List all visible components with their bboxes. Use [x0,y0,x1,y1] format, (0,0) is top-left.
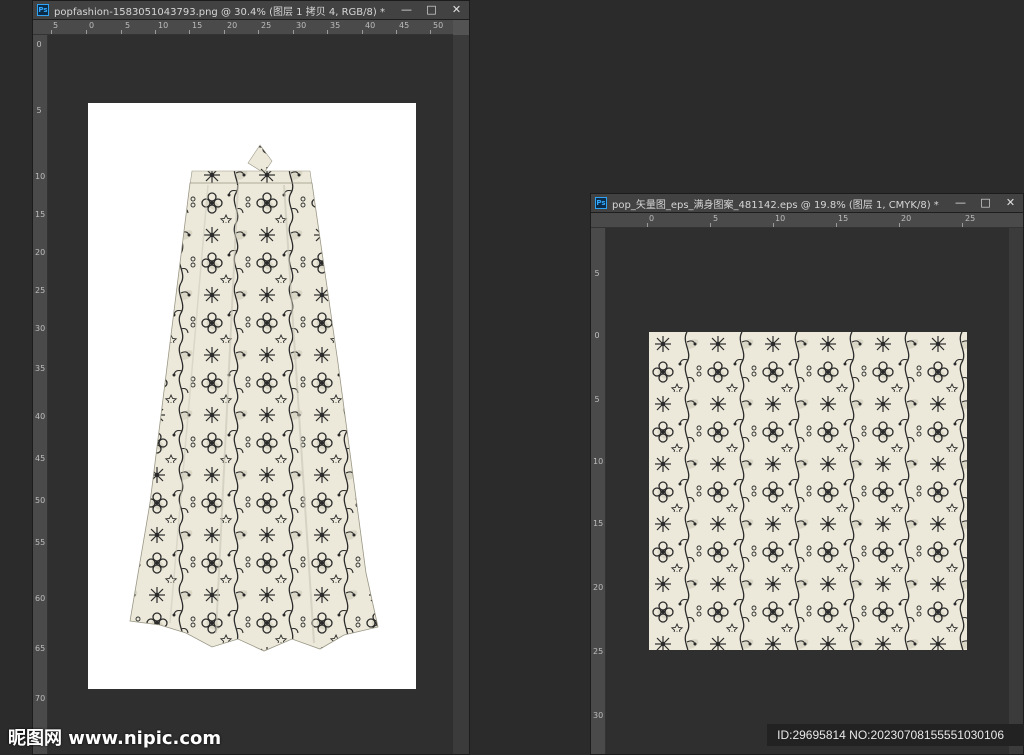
ruler-label: 5 [36,106,42,115]
site-watermark: 昵图网 www.nipic.com [8,728,222,749]
close-icon[interactable]: ✕ [998,194,1023,212]
document-window-skirt[interactable]: Ps popfashion-1583051043793.png @ 30.4% … [32,0,470,755]
ruler-label: 50 [35,496,46,505]
ruler-label: 35 [35,364,46,373]
ruler-label: 50 [433,21,444,30]
ruler-label: 30 [35,324,46,333]
vertical-scrollbar[interactable] [453,35,469,754]
ruler-label: 65 [35,644,46,653]
restore-icon[interactable]: □ [973,194,998,212]
ruler-label: 25 [261,21,272,30]
photoshop-app-icon: Ps [37,4,49,16]
ruler-label: 5 [594,395,600,404]
ruler-label: 15 [192,21,203,30]
minimize-icon[interactable]: — [394,1,419,19]
window-titlebar[interactable]: Ps pop_矢量图_eps_满身图案_481142.eps @ 19.8% (… [591,194,1023,213]
document-title: popfashion-1583051043793.png @ 30.4% (图层… [54,6,385,18]
skirt-image [129,144,379,652]
ruler-label: 70 [35,694,46,703]
canvas-workspace[interactable] [606,228,1009,754]
ruler-label: 5 [713,214,719,223]
ruler-label: 35 [330,21,341,30]
photoshop-app-icon: Ps [595,197,607,209]
document-window-pattern[interactable]: Ps pop_矢量图_eps_满身图案_481142.eps @ 19.8% (… [590,193,1024,755]
vertical-ruler[interactable]: 0 5 10 15 20 25 30 35 40 45 50 55 60 65 … [33,35,48,754]
ruler-label: 0 [36,40,42,49]
horizontal-ruler[interactable]: 0 5 10 15 20 25 [605,213,1023,228]
document-canvas[interactable] [649,332,967,650]
ruler-label: 0 [649,214,655,223]
canvas-workspace[interactable] [48,35,453,754]
document-title: pop_矢量图_eps_满身图案_481142.eps @ 19.8% (图层 … [612,199,939,211]
ruler-origin[interactable] [33,20,48,35]
restore-icon[interactable]: □ [419,1,444,19]
ruler-label: 0 [594,331,600,340]
ruler-label: 60 [35,594,46,603]
ruler-label: 15 [35,210,46,219]
ruler-label: 40 [365,21,376,30]
ruler-label: 10 [158,21,169,30]
ruler-label: 45 [35,454,46,463]
ruler-label: 25 [593,647,604,656]
ruler-label: 25 [965,214,976,223]
vertical-ruler[interactable]: 5 0 5 10 15 20 25 30 [591,228,606,754]
document-canvas[interactable] [88,103,416,689]
ruler-label: 30 [296,21,307,30]
ruler-label: 5 [53,21,59,30]
ruler-label: 20 [35,248,46,257]
ruler-label: 15 [593,519,604,528]
ruler-label: 15 [838,214,849,223]
vertical-scrollbar[interactable] [1009,228,1023,754]
minimize-icon[interactable]: — [948,194,973,212]
ruler-label: 25 [35,286,46,295]
ruler-label: 40 [35,412,46,421]
close-icon[interactable]: ✕ [444,1,469,19]
ruler-label: 10 [593,457,604,466]
horizontal-ruler[interactable]: 5 0 5 10 15 20 25 30 35 40 45 50 [47,20,453,35]
ruler-label: 55 [35,538,46,547]
ruler-label: 10 [775,214,786,223]
ruler-label: 10 [35,172,46,181]
floral-pattern-image [649,332,967,650]
ruler-label: 30 [593,711,604,720]
ruler-label: 5 [125,21,131,30]
ruler-origin[interactable] [591,213,606,228]
ruler-label: 45 [399,21,410,30]
ruler-label: 20 [227,21,238,30]
ruler-label: 20 [593,583,604,592]
ruler-label: 20 [901,214,912,223]
image-id-watermark: ID:29695814 NO:20230708155551030106 [767,724,1024,746]
ruler-label: 0 [89,21,95,30]
window-titlebar[interactable]: Ps popfashion-1583051043793.png @ 30.4% … [33,1,469,20]
ruler-label: 5 [594,269,600,278]
